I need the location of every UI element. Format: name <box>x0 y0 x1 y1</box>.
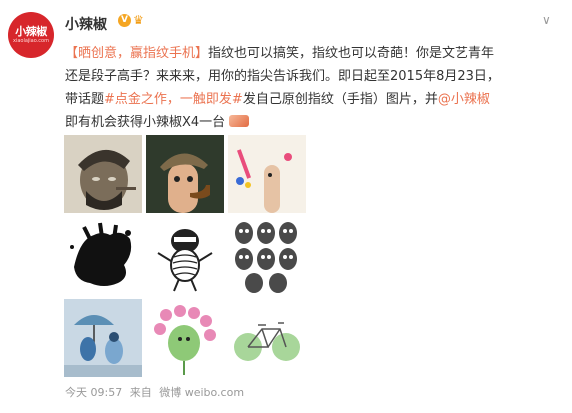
watermark-text: 微博 weibo.com <box>159 386 245 399</box>
image-thumb-black-hand[interactable] <box>64 217 142 295</box>
topic-link[interactable]: 【晒创意，赢指纹手机】 <box>65 46 208 61</box>
source-label: 来自 <box>129 386 152 399</box>
member-crown-icon: ♛ <box>133 13 144 27</box>
hashtag-link[interactable]: #点金之作，一触即发# <box>104 92 243 107</box>
post-text-part2: 发自己原创指纹（手指）图片，并 <box>242 92 438 107</box>
image-thumb-fingerprint-faces[interactable] <box>228 217 306 295</box>
image-thumb-finger-crayon[interactable] <box>228 135 306 213</box>
post-time-link[interactable]: 今天 09:57 <box>65 386 122 399</box>
image-thumb-fingerprint-bicycle[interactable] <box>228 299 306 377</box>
verified-badge-icon: V <box>118 14 131 27</box>
post-meta: 今天 09:57 来自 微博 weibo.com <box>65 384 248 400</box>
image-thumb-ninja-figure[interactable] <box>146 217 224 295</box>
image-grid <box>64 135 308 379</box>
emoji-icon <box>229 115 250 127</box>
avatar[interactable]: 小辣椒 xiaolajiao.com <box>8 12 54 58</box>
image-thumb-umbrella-couple[interactable] <box>64 299 142 377</box>
post-text: 【晒创意，赢指纹手机】指纹也可以搞笑，指纹也可以奇葩！你是文艺青年还是段子高手？… <box>65 42 505 134</box>
image-thumb-detective-finger[interactable] <box>146 135 224 213</box>
chevron-down-icon[interactable]: ∨ <box>542 14 556 26</box>
weibo-post-card: 小辣椒 xiaolajiao.com 小辣椒 V ♛ ∨ 【晒创意，赢指纹手机】… <box>0 0 572 413</box>
image-thumb-fingerprint-flower[interactable] <box>146 299 224 377</box>
mention-link[interactable]: @小辣椒 <box>438 92 490 107</box>
username-link[interactable]: 小辣椒 <box>65 14 107 34</box>
image-thumb-che-guevara[interactable] <box>64 135 142 213</box>
avatar-logo-text: 小辣椒 <box>15 25 47 38</box>
post-text-part3: 即有机会获得小辣椒X4一台 <box>65 115 226 130</box>
avatar-logo-sub: xiaolajiao.com <box>12 38 49 44</box>
